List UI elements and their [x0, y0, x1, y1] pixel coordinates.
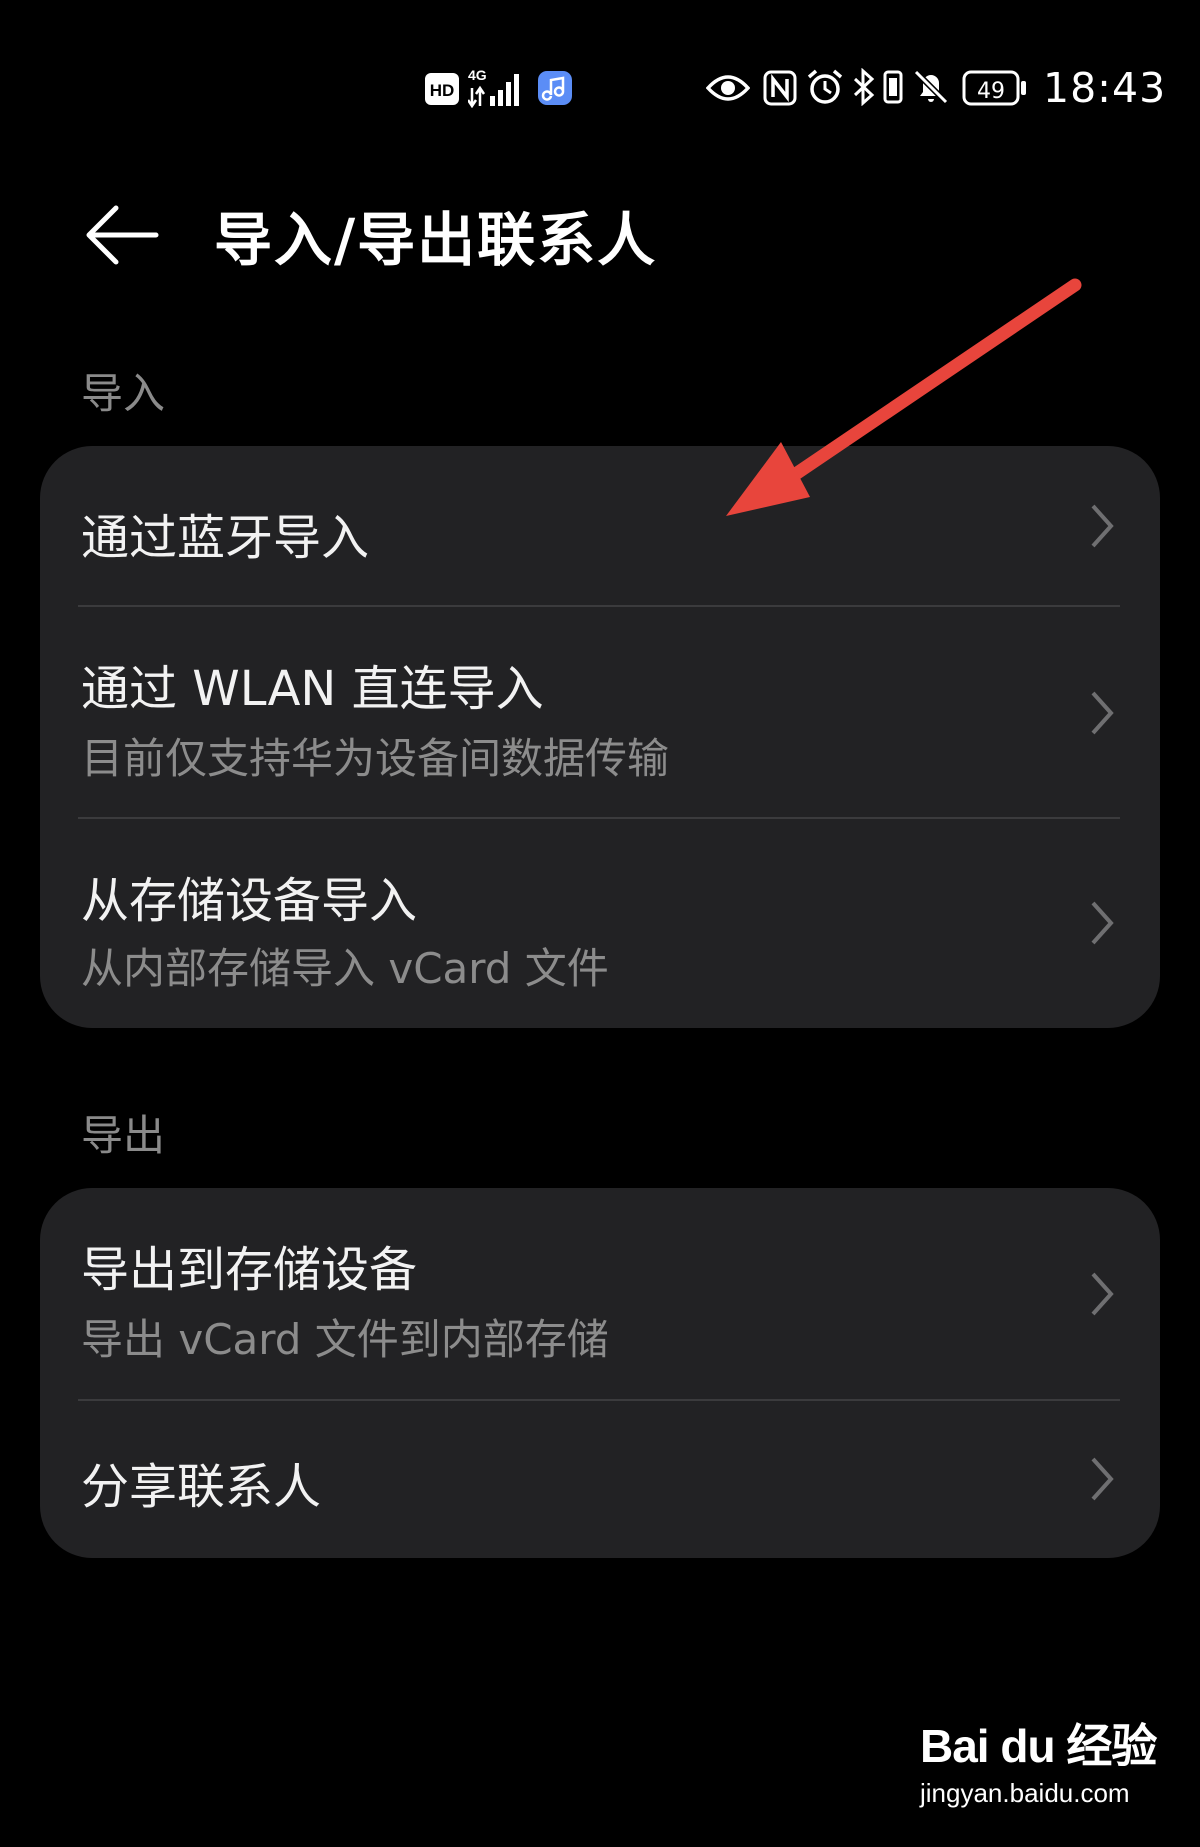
chevron-right-icon	[1091, 691, 1114, 735]
nfc-icon	[763, 70, 797, 106]
status-bar: HD 4G 49 18:43	[0, 0, 1200, 180]
row-subtitle: 目前仅支持华为设备间数据传输	[81, 734, 670, 783]
import-from-storage[interactable]: 从存储设备导入 从内部存储导入 vCard 文件	[40, 819, 1160, 1028]
chevron-right-icon	[1091, 1457, 1114, 1501]
import-card: 通过蓝牙导入 通过 WLAN 直连导入 目前仅支持华为设备间数据传输 从存储设备…	[40, 446, 1160, 1028]
export-section-label: 导出	[81, 1111, 166, 1160]
row-title: 通过 WLAN 直连导入	[81, 661, 544, 717]
row-subtitle: 导出 vCard 文件到内部存储	[81, 1315, 609, 1364]
row-title: 通过蓝牙导入	[81, 510, 370, 566]
import-via-bluetooth[interactable]: 通过蓝牙导入	[40, 446, 1160, 606]
row-title: 导出到存储设备	[81, 1242, 418, 1298]
page-title: 导入/导出联系人	[214, 206, 658, 274]
baidu-jingyan-watermark: Bai du 经验 jingyan.baidu.com	[920, 1710, 1157, 1809]
back-arrow-icon[interactable]	[82, 200, 162, 270]
svg-text:HD: HD	[430, 81, 455, 100]
signal-4g-icon: 4G	[468, 67, 519, 108]
row-subtitle: 从内部存储导入 vCard 文件	[81, 944, 609, 993]
import-section-label: 导入	[81, 369, 166, 418]
export-card: 导出到存储设备 导出 vCard 文件到内部存储 分享联系人	[40, 1188, 1160, 1558]
vibrate-icon	[883, 70, 903, 104]
svg-text:4G: 4G	[468, 67, 487, 83]
watermark-logo: Bai du 经验	[920, 1720, 1157, 1772]
chevron-right-icon	[1091, 1272, 1114, 1316]
bell-off-icon	[913, 69, 949, 105]
chevron-right-icon	[1091, 901, 1114, 945]
export-to-storage[interactable]: 导出到存储设备 导出 vCard 文件到内部存储	[40, 1188, 1160, 1399]
import-via-wlan-direct[interactable]: 通过 WLAN 直连导入 目前仅支持华为设备间数据传输	[40, 607, 1160, 817]
eye-icon	[706, 75, 750, 101]
bluetooth-icon	[853, 68, 875, 106]
alarm-icon	[807, 69, 843, 104]
row-title: 分享联系人	[81, 1459, 322, 1515]
battery-icon: 49	[962, 70, 1026, 106]
row-title: 从存储设备导入	[81, 873, 418, 929]
clock: 18:43	[1043, 64, 1167, 112]
chevron-right-icon	[1091, 504, 1114, 548]
watermark-url: jingyan.baidu.com	[920, 1778, 1130, 1808]
share-contacts[interactable]: 分享联系人	[40, 1401, 1160, 1558]
hd-icon: HD	[425, 73, 459, 105]
music-app-icon	[538, 71, 572, 105]
svg-text:49: 49	[977, 79, 1005, 104]
